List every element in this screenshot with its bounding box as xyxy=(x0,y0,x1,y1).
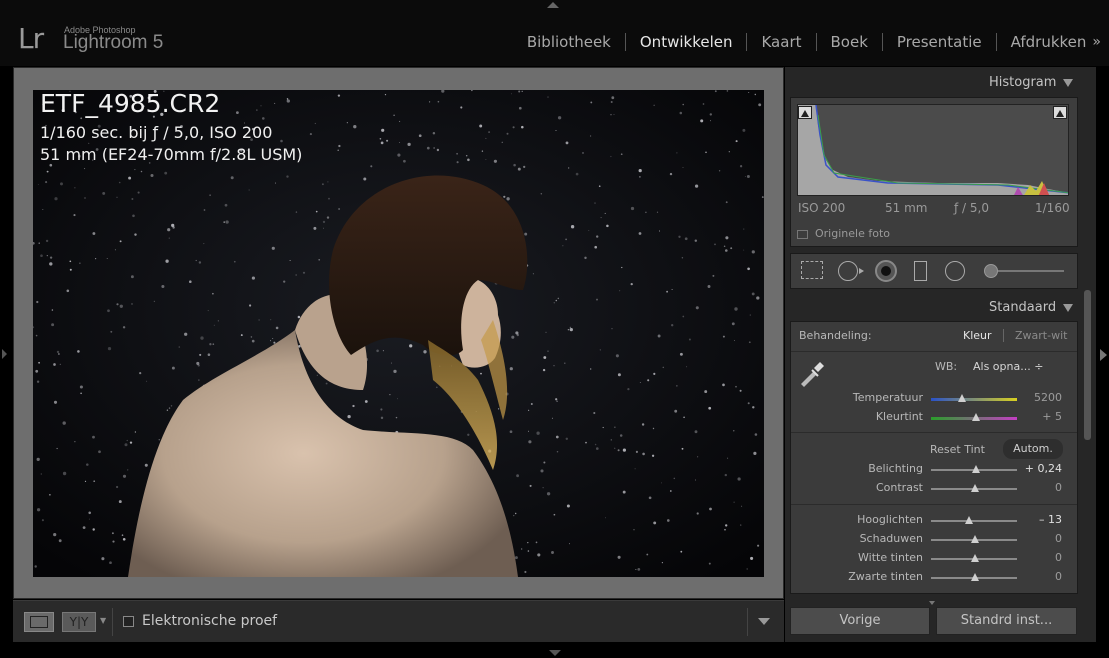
blacks-slider-thumb[interactable] xyxy=(971,573,979,581)
red-eye-pupil-icon xyxy=(881,266,891,276)
before-after-button[interactable]: Y|Y xyxy=(62,612,96,632)
slider-label-tint: Kleurtint xyxy=(875,410,923,423)
treatment-bw-option[interactable]: Zwart-wit xyxy=(1015,329,1067,342)
contrast-value[interactable]: 0 xyxy=(1018,481,1062,494)
tint-value[interactable]: + 5 xyxy=(1018,410,1062,423)
section-divider xyxy=(791,504,1077,505)
highlights-slider-thumb[interactable] xyxy=(965,516,973,524)
temperature-slider-track[interactable] xyxy=(931,398,1017,401)
exposure-value[interactable]: + 0,24 xyxy=(1018,462,1062,475)
soft-proofing-label: Elektronische proef xyxy=(142,613,278,629)
shadows-slider-thumb[interactable] xyxy=(971,535,979,543)
whites-value[interactable]: 0 xyxy=(1018,551,1062,564)
before-after-dropdown-icon[interactable]: ▼ xyxy=(100,616,106,625)
module-afdrukken[interactable]: Afdrukken xyxy=(997,33,1091,51)
module-ontwikkelen[interactable]: Ontwikkelen xyxy=(626,33,748,51)
basic-preset-header[interactable]: Standaard xyxy=(989,300,1056,315)
highlights-slider-track[interactable] xyxy=(931,520,1017,522)
highlight-clipping-icon xyxy=(1056,110,1064,117)
section-divider xyxy=(791,432,1077,433)
white-balance-picker-icon[interactable] xyxy=(797,358,827,388)
expand-left-panel-arrow-icon[interactable] xyxy=(2,349,7,359)
collapse-right-panel-arrow-icon[interactable] xyxy=(1100,349,1107,361)
histogram-aperture: ƒ / 5,0 xyxy=(954,201,989,215)
previous-settings-button[interactable]: Vorige xyxy=(790,607,930,635)
loupe-view-icon xyxy=(30,616,48,628)
section-divider xyxy=(791,351,1077,352)
slider-label-whites: Witte tinten xyxy=(858,551,923,564)
radial-filter-icon[interactable] xyxy=(945,261,965,281)
crop-icon[interactable] xyxy=(801,261,823,279)
histogram-collapse-icon[interactable] xyxy=(1063,79,1073,87)
slider-label-temperature: Temperatuur xyxy=(852,391,923,404)
histogram-graph[interactable] xyxy=(797,104,1069,196)
module-boek[interactable]: Boek xyxy=(817,33,883,51)
treatment-color-option[interactable]: Kleur xyxy=(963,329,992,342)
original-photo-checkbox[interactable] xyxy=(797,230,808,239)
slider-label-exposure: Belichting xyxy=(868,462,923,475)
wb-label: WB: xyxy=(935,360,958,373)
toolbar-content-menu-icon[interactable] xyxy=(758,618,770,625)
slider-label-shadows: Schaduwen xyxy=(859,532,923,545)
module-kaart[interactable]: Kaart xyxy=(747,33,817,51)
more-modules-icon[interactable]: » xyxy=(1090,34,1101,50)
toolbar-divider xyxy=(112,608,113,636)
module-bibliotheek[interactable]: Bibliotheek xyxy=(513,33,626,51)
right-panel-scrollbar[interactable] xyxy=(1084,290,1091,440)
auto-tone-button[interactable]: Autom. xyxy=(1003,439,1063,459)
blacks-value[interactable]: 0 xyxy=(1018,570,1062,583)
contrast-slider-thumb[interactable] xyxy=(971,484,979,492)
highlight-clipping-button[interactable] xyxy=(1053,106,1067,119)
spot-removal-icon[interactable] xyxy=(838,261,858,281)
slider-label-contrast: Contrast xyxy=(875,481,923,494)
histogram-iso: ISO 200 xyxy=(798,201,846,215)
shadow-clipping-icon xyxy=(801,110,809,117)
whites-slider-thumb[interactable] xyxy=(971,554,979,562)
module-picker: Bibliotheek Ontwikkelen Kaart Boek Prese… xyxy=(513,33,1101,51)
app-logo: Lr xyxy=(18,22,44,55)
graduated-filter-icon[interactable] xyxy=(914,261,927,281)
module-presentatie[interactable]: Presentatie xyxy=(883,33,997,51)
histogram-focal-length: 51 mm xyxy=(885,201,928,215)
treatment-label: Behandeling: xyxy=(799,329,872,342)
tint-slider-thumb[interactable] xyxy=(972,413,980,421)
histogram-shutter: 1/160 xyxy=(1035,201,1070,215)
wb-preset-dropdown[interactable]: Als opna... ÷ xyxy=(973,360,1043,373)
histogram-header[interactable]: Histogram xyxy=(989,75,1056,90)
app-product-name: Lightroom 5 xyxy=(63,32,164,53)
adjustment-brush-slider[interactable] xyxy=(998,270,1064,272)
reset-tint-button[interactable]: Reset Tint xyxy=(930,443,985,456)
collapse-top-panel-arrow-icon[interactable] xyxy=(547,2,559,8)
basic-collapse-icon[interactable] xyxy=(1063,304,1073,312)
reset-defaults-button[interactable]: Standrd inst... xyxy=(936,607,1077,635)
spot-removal-arrow-icon xyxy=(859,268,864,274)
soft-proofing-checkbox[interactable] xyxy=(123,616,134,627)
panel-end-marker-icon xyxy=(929,601,935,605)
photo-lens-info: 51 mm (EF24-70mm f/2.8L USM) xyxy=(40,145,303,164)
slider-label-blacks: Zwarte tinten xyxy=(848,570,923,583)
temperature-value[interactable]: 5200 xyxy=(1018,391,1062,404)
photo-exposure-info: 1/160 sec. bij ƒ / 5,0, ISO 200 xyxy=(40,123,273,142)
toolbar-divider xyxy=(747,608,748,636)
original-photo-label: Originele foto xyxy=(815,227,890,240)
highlights-value[interactable]: – 13 xyxy=(1018,513,1062,526)
expand-filmstrip-arrow-icon[interactable] xyxy=(549,650,561,656)
adjustment-brush-icon[interactable] xyxy=(984,264,998,278)
shadows-value[interactable]: 0 xyxy=(1018,532,1062,545)
histogram-curve xyxy=(798,105,1068,195)
photo-filename: ETF_4985.CR2 xyxy=(40,89,221,118)
exposure-slider-thumb[interactable] xyxy=(972,465,980,473)
treatment-divider xyxy=(1003,329,1004,342)
temperature-slider-thumb[interactable] xyxy=(958,394,966,402)
shadow-clipping-button[interactable] xyxy=(798,106,812,119)
slider-label-highlights: Hooglichten xyxy=(857,513,923,526)
